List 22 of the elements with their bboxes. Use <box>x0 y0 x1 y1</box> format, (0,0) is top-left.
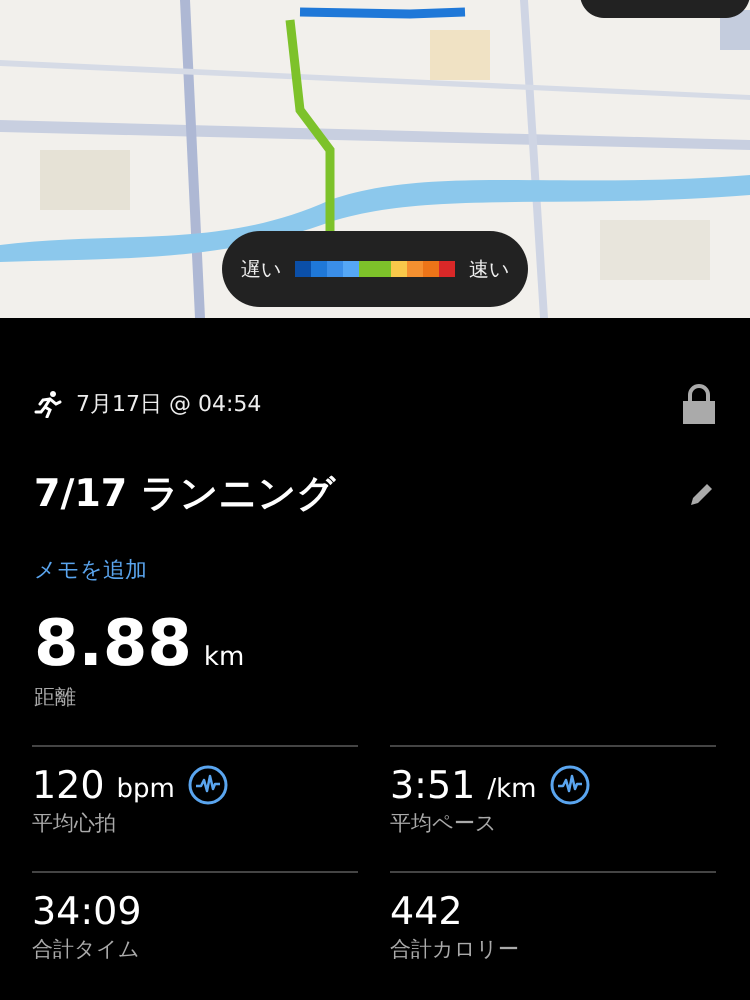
distance-value: 8.88 <box>34 607 192 681</box>
stat-value: 3:51 <box>390 763 476 807</box>
distance-unit: km <box>204 642 244 672</box>
add-memo-link[interactable]: メモを追加 <box>34 555 147 585</box>
legend-label: 速い <box>469 256 509 282</box>
stat-value: 442 <box>390 889 463 933</box>
stat-label: 平均ペース <box>390 810 498 837</box>
legend-label: 遅い <box>241 256 281 282</box>
lock-icon[interactable] <box>682 384 716 424</box>
stat-label: 合計カロリー <box>390 936 520 963</box>
pulse-icon[interactable] <box>186 764 229 806</box>
pulse-icon[interactable] <box>548 764 590 806</box>
stat-unit: bpm <box>116 774 175 804</box>
stat-value: 120 <box>32 763 105 807</box>
activity-title: 7/17 ランニング <box>34 470 337 517</box>
stat-label: 平均心拍 <box>32 810 117 837</box>
activity-date: 7月17日 @ 04:54 <box>76 391 262 419</box>
runner-icon <box>34 390 62 418</box>
distance-label: 距離 <box>34 684 77 711</box>
stat-unit: /km <box>487 774 536 804</box>
stat-value: 34:09 <box>32 889 142 933</box>
stat-label: 合計タイム <box>32 936 141 963</box>
